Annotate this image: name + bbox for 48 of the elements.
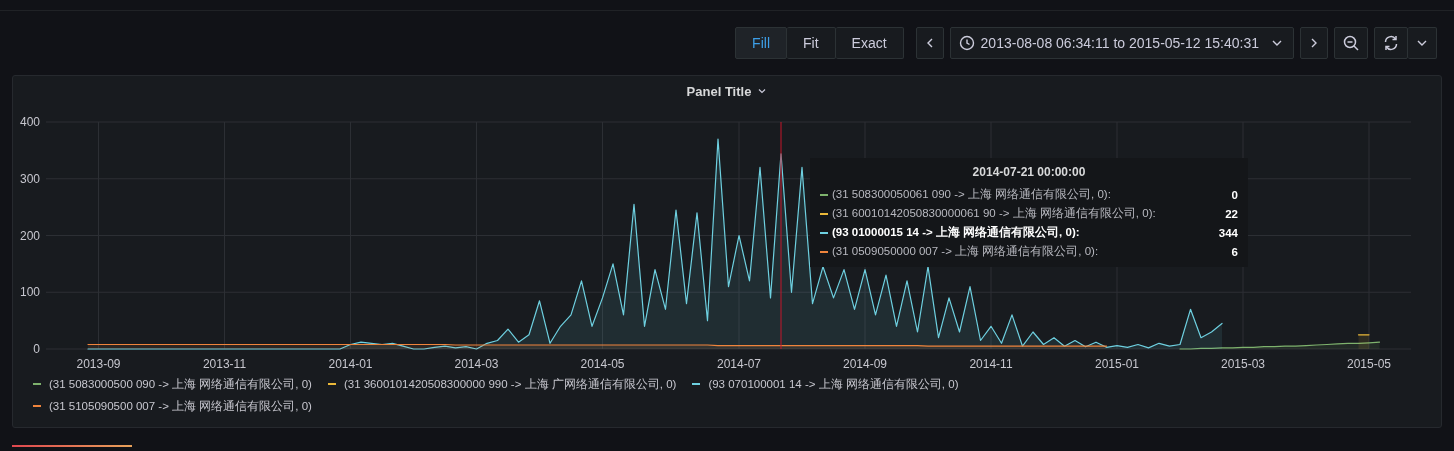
tooltip-time: 2014-07-21 00:00:00 <box>971 165 1087 179</box>
zoom-mode-button[interactable]: Fit <box>787 27 836 59</box>
axis-label: 2015-03 <box>1221 357 1265 371</box>
chevron-right-button[interactable] <box>1300 27 1328 59</box>
refresh-button[interactable] <box>1374 27 1408 59</box>
axis-label: 400 <box>19 115 40 129</box>
axis-label: 2014-01 <box>328 357 373 371</box>
axis-label: 2015-01 <box>1095 357 1139 371</box>
axis-label: 100 <box>19 285 40 300</box>
zoom-out-icon <box>1342 34 1360 52</box>
legend-item[interactable]: (93 070100001 14 -> 上海 网络通信有限公司, 0) <box>708 376 959 392</box>
refresh-icon <box>1382 34 1400 52</box>
chevron-left-button[interactable] <box>915 27 944 59</box>
zoom-mode-button[interactable]: Exact <box>835 27 904 59</box>
tooltip-value: 22 <box>1225 207 1238 220</box>
legend-item[interactable]: (31 3600101420508300000 990 -> 上海 广网络通信有限公司, 0) <box>343 376 677 392</box>
time-range-button[interactable]: 2013-08-08 06:34:11 to 2015-05-12 15:40:31 <box>949 27 1294 59</box>
panel-title[interactable]: Panel Title <box>686 83 752 99</box>
axis-label: 2013-09 <box>76 357 121 371</box>
axis-label: 2014-05 <box>580 357 625 371</box>
tooltip-value: 344 <box>1218 226 1238 239</box>
axis-label: 200 <box>19 228 40 243</box>
clock-icon <box>958 35 975 51</box>
series-swatch <box>820 231 828 234</box>
zoom-mode-button[interactable]: Fill <box>735 27 787 59</box>
tooltip-series-label: (31 0509050000 007 -> 上海 网络通信有限公司, 0): <box>832 244 1100 259</box>
tooltip-series-label: (93 01000015 14 -> 上海 网络通信有限公司, 0): <box>832 225 1081 240</box>
legend-item[interactable]: (31 5083000500 090 -> 上海 网络通信有限公司, 0) <box>49 376 312 392</box>
tooltip-value: 0 <box>1231 188 1238 201</box>
series-swatch <box>820 250 828 253</box>
zoom-out-button[interactable] <box>1334 27 1368 59</box>
chevron-right-icon <box>1309 37 1319 49</box>
axis-label: 2014-03 <box>454 357 499 371</box>
series-swatch <box>820 212 828 215</box>
tooltip-series-label: (31 60010142050830000061 90 -> 上海 网络通信有限公司, 0): <box>832 206 1157 221</box>
legend-item[interactable]: (31 5105090500 007 -> 上海 网络通信有限公司, 0) <box>49 398 312 414</box>
axis-label: 300 <box>19 171 40 186</box>
chevron-down-icon[interactable] <box>757 86 768 96</box>
tooltip-series-label: (31 508300050061 090 -> 上海 网络通信有限公司, 0): <box>832 187 1112 202</box>
axis-label: 2014-11 <box>969 357 1013 371</box>
series-swatch <box>820 193 828 196</box>
axis-label: 2015-05 <box>1347 357 1391 371</box>
axis-label: 2014-07 <box>717 357 761 371</box>
axis-label: 0 <box>33 342 40 356</box>
refresh-dropdown-button[interactable] <box>1408 27 1437 59</box>
axis-label: 2014-09 <box>843 357 887 371</box>
axis-label: 2013-11 <box>202 357 247 371</box>
tooltip-value: 6 <box>1231 245 1238 258</box>
